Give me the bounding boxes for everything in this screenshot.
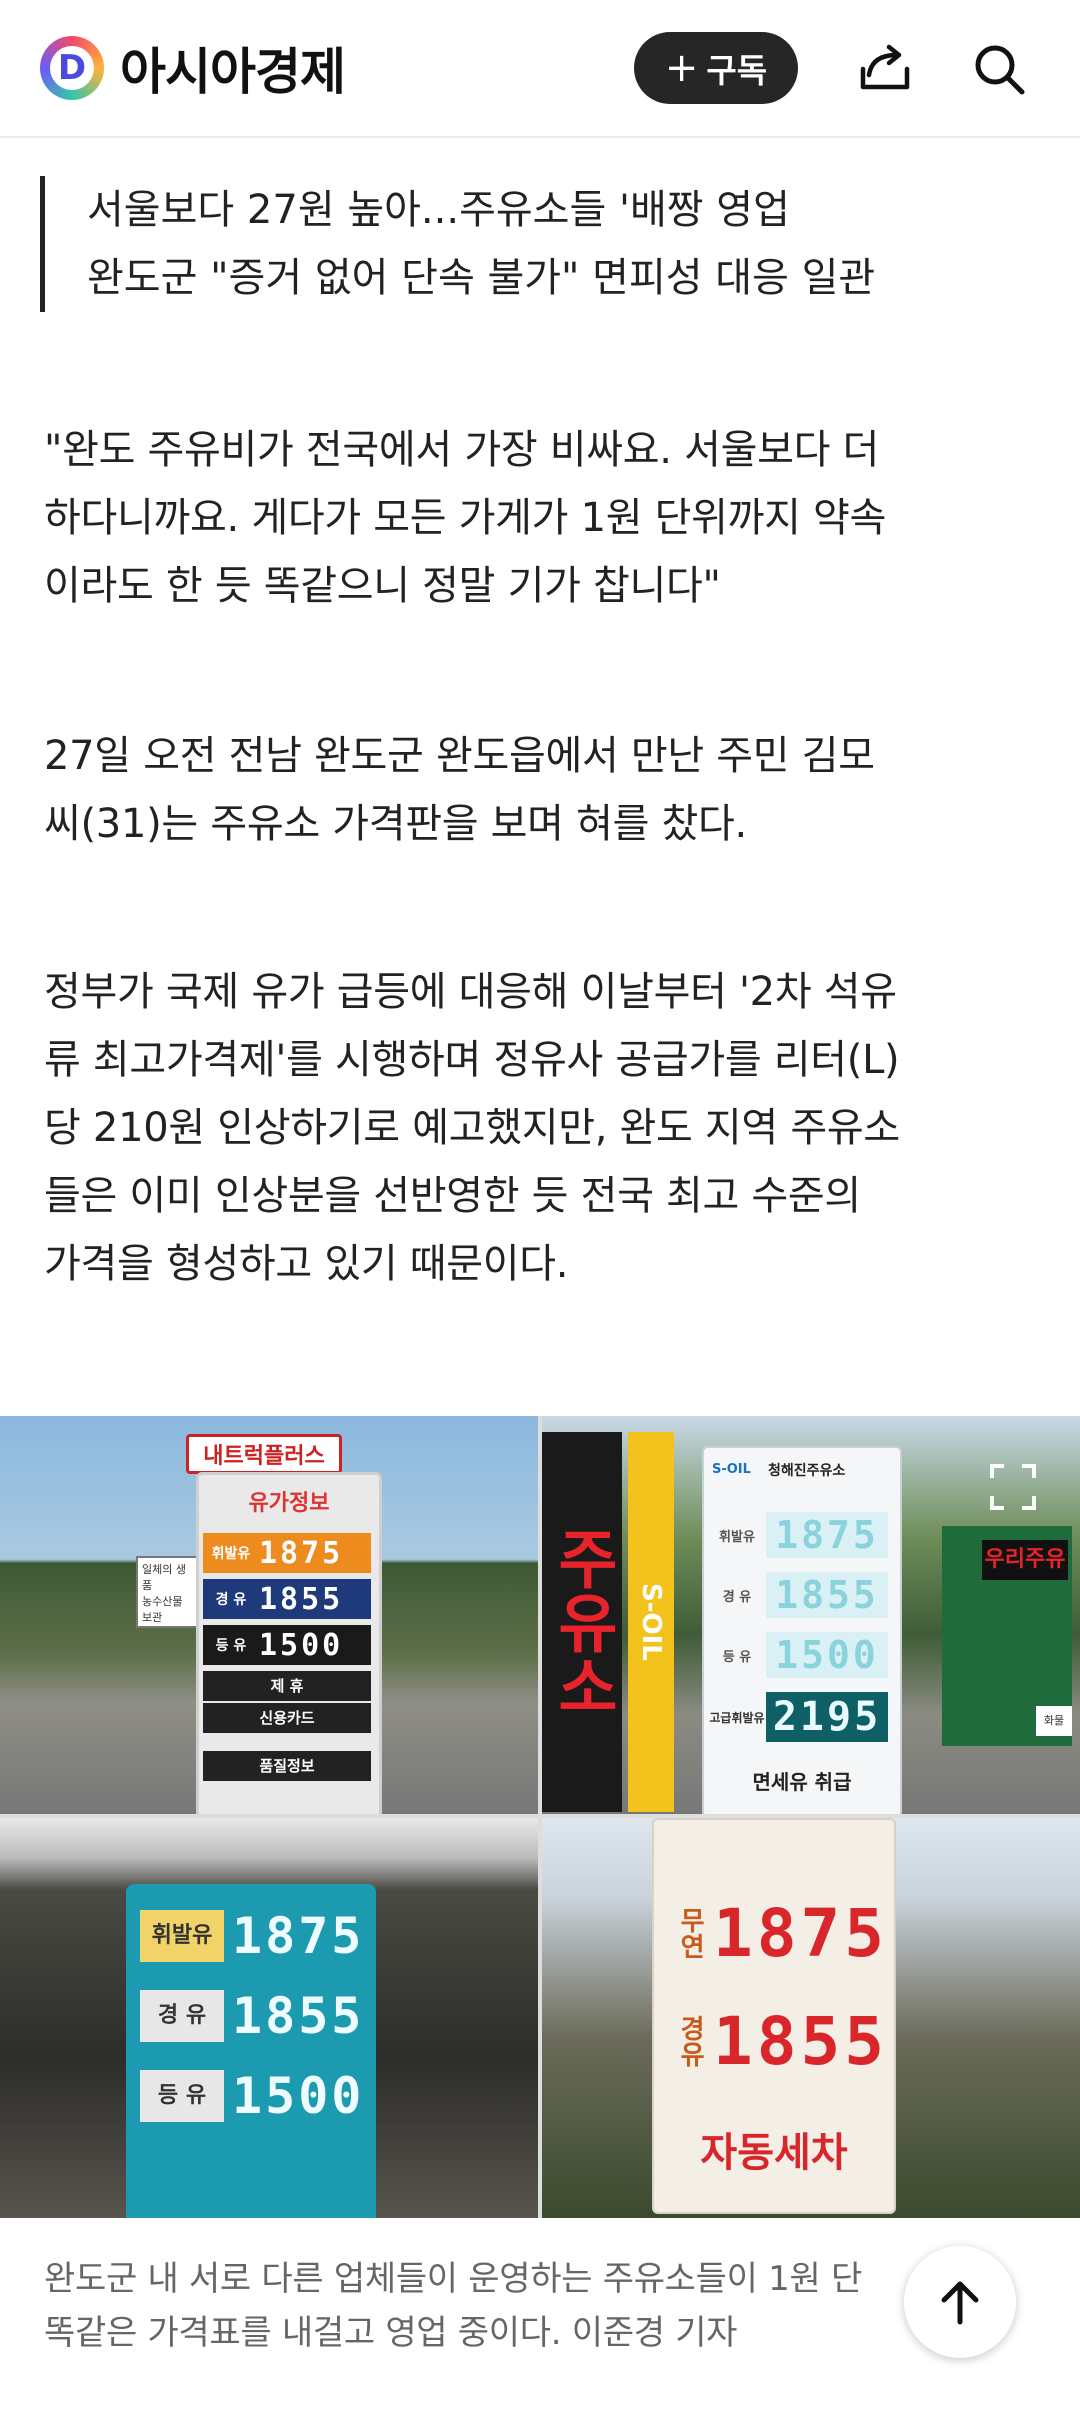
paragraph-line: 씨(31)는 주유소 가격판을 보며 혀를 찼다. xyxy=(44,801,747,847)
fuel-label: 경 유 xyxy=(722,1589,752,1605)
price-row: 휘발유 1875 xyxy=(203,1533,371,1573)
vertical-station-sign: 주유소 xyxy=(542,1432,622,1812)
fuel-price: 1500 xyxy=(259,1627,344,1663)
price-row: 경유 1855 xyxy=(660,1998,888,2084)
fuel-price: 1855 xyxy=(232,1987,365,2045)
fuel-label: 휘발유 xyxy=(719,1529,755,1545)
fuel-label: 경유 xyxy=(675,2015,706,2067)
station-name: 청해진주유소 xyxy=(768,1463,846,1479)
paragraph-line: 정부가 국제 유가 급등에 대응해 이날부터 '2차 석유 xyxy=(44,969,897,1015)
fuel-price: 1855 xyxy=(766,1572,888,1618)
signboard-title: 유가정보 xyxy=(248,1491,330,1516)
price-signboard: 유가정보 휘발유 1875 경 유 1855 등 유 1500 제 휴 신용카드… xyxy=(196,1472,382,1814)
subscribe-label: 구독 xyxy=(706,51,768,90)
article-paragraph: 27일 오전 전남 완도군 완도읍에서 만난 주민 김모 씨(31)는 주유소 … xyxy=(44,722,1044,858)
truck-plus-banner: 내트럭플러스 xyxy=(186,1434,342,1474)
logo-letter: D xyxy=(50,46,94,90)
photo-caption: 완도군 내 서로 다른 업체들이 운영하는 주유소들이 1원 단 똑같은 가격표… xyxy=(44,2252,944,2360)
side-sign-text: 화물 xyxy=(1036,1706,1072,1736)
fuel-price: 1875 xyxy=(259,1535,344,1571)
logo-mark: D xyxy=(40,36,104,100)
plus-icon: + xyxy=(664,45,699,91)
fuel-price: 1500 xyxy=(232,2067,365,2125)
side-station-sign: 우리주유 화물 xyxy=(942,1526,1072,1746)
brand-label: S-OIL xyxy=(712,1462,751,1477)
share-icon[interactable] xyxy=(852,36,918,102)
paragraph-line: 이라도 한 듯 똑같으니 정말 기가 찹니다" xyxy=(44,563,721,609)
quality-info-label: 품질정보 xyxy=(203,1751,371,1781)
fuel-price: 1855 xyxy=(259,1581,344,1617)
fuel-price: 1875 xyxy=(232,1907,365,1965)
article-paragraph: 정부가 국제 유가 급등에 대응해 이날부터 '2차 석유 류 최고가격제'를 … xyxy=(44,958,1044,1298)
price-row: 등 유 1500 xyxy=(203,1625,371,1665)
paragraph-line: 들은 이미 인상분을 선반영한 듯 전국 최고 수준의 xyxy=(44,1173,861,1219)
fuel-price: 1875 xyxy=(713,1894,888,1972)
fuel-label: 고급휘발유 xyxy=(709,1710,765,1725)
car-wash-label: 자동세차 xyxy=(700,2130,848,2176)
arrow-up-icon xyxy=(941,2281,979,2325)
price-row: 무연 1875 xyxy=(660,1890,888,1976)
fuel-label: 경 유 xyxy=(140,1990,224,2042)
price-row: 경 유 1855 xyxy=(203,1579,371,1619)
price-signboard: 무연 1875 경유 1855 자동세차 xyxy=(652,1818,896,2214)
price-row: 휘발유 1875 xyxy=(708,1508,894,1562)
price-row: 경 유 1855 xyxy=(708,1568,894,1622)
paragraph-line: 27일 오전 전남 완도군 완도읍에서 만난 주민 김모 xyxy=(44,733,875,779)
vertical-brand-sign: S-OIL xyxy=(628,1432,674,1812)
fuel-label: 휘발유 xyxy=(211,1546,251,1562)
photo-panel-3: 휘발유 1875 경 유 1855 등 유 1500 xyxy=(0,1818,538,2218)
price-signboard: S-OIL 청해진주유소 휘발유 1875 경 유 1855 등 유 1500 … xyxy=(702,1446,902,1814)
photo-panel-1: 내트럭플러스 일체의 생품 농수산물 보관 유가정보 휘발유 1875 경 유 … xyxy=(0,1416,538,1814)
scroll-to-top-button[interactable] xyxy=(904,2246,1016,2358)
fuel-price: 1855 xyxy=(713,2002,888,2080)
fuel-label: 경 유 xyxy=(215,1592,247,1608)
price-row: 경 유 1855 xyxy=(140,1984,366,2048)
logo-text: 아시아경제 xyxy=(120,43,346,101)
subscribe-button[interactable]: + 구독 xyxy=(634,32,798,104)
search-icon[interactable] xyxy=(966,36,1032,102)
article-paragraph: "완도 주유비가 전국에서 가장 비싸요. 서울보다 더 하다니까요. 게다가 … xyxy=(44,416,1044,620)
subheading-line: 서울보다 27원 높아...주유소들 '배짱 영업 xyxy=(87,187,790,233)
paragraph-line: 당 210원 인상하기로 예고했지만, 완도 지역 주유소 xyxy=(44,1105,900,1151)
tax-free-label: 면세유 취급 xyxy=(752,1770,852,1794)
photo-panel-4: 무연 1875 경유 1855 자동세차 xyxy=(542,1818,1080,2218)
fuel-label: 무연 xyxy=(675,1907,706,1959)
caption-line: 완도군 내 서로 다른 업체들이 운영하는 주유소들이 1원 단 xyxy=(44,2259,862,2299)
paragraph-line: 가격을 형성하고 있기 때문이다. xyxy=(44,1241,569,1287)
logo[interactable]: D 아시아경제 xyxy=(40,34,346,102)
fuel-label: 휘발유 xyxy=(140,1910,224,1962)
price-row: 등 유 1500 xyxy=(708,1628,894,1682)
price-row: 휘발유 1875 xyxy=(140,1904,366,1968)
side-sign-line: 일체의 생품 xyxy=(142,1563,186,1592)
paragraph-line: "완도 주유비가 전국에서 가장 비싸요. 서울보다 더 xyxy=(44,427,880,473)
app-bar: D 아시아경제 + 구독 xyxy=(0,0,1080,138)
article-subheading: 서울보다 27원 높아...주유소들 '배짱 영업 완도군 "증거 없어 단속 … xyxy=(40,176,1080,312)
article-photo[interactable]: 내트럭플러스 일체의 생품 농수산물 보관 유가정보 휘발유 1875 경 유 … xyxy=(0,1416,1080,2218)
price-signboard: 휘발유 1875 경 유 1855 등 유 1500 xyxy=(126,1884,376,2218)
price-row: 등 유 1500 xyxy=(140,2064,366,2128)
paragraph-line: 류 최고가격제'를 시행하며 정유사 공급가를 리터(L) xyxy=(44,1037,900,1083)
side-sign: 일체의 생품 농수산물 보관 xyxy=(136,1556,198,1628)
fuel-label: 등 유 xyxy=(215,1638,247,1654)
caption-line: 똑같은 가격표를 내걸고 영업 중이다. 이준경 기자 xyxy=(44,2313,738,2353)
credit-card-label: 신용카드 xyxy=(203,1703,371,1733)
side-sign-text: 우리주유 xyxy=(982,1540,1068,1580)
partner-label: 제 휴 xyxy=(203,1671,371,1701)
expand-icon[interactable] xyxy=(988,1462,1038,1512)
fuel-label: 등 유 xyxy=(140,2070,224,2122)
fuel-price: 1500 xyxy=(766,1632,888,1678)
price-row: 고급휘발유 2195 xyxy=(708,1688,894,1746)
paragraph-line: 하다니까요. 게다가 모든 가게가 1원 단위까지 약속 xyxy=(44,495,887,541)
fuel-price: 1875 xyxy=(766,1512,888,1558)
fuel-label: 등 유 xyxy=(722,1649,752,1665)
subheading-line: 완도군 "증거 없어 단속 불가" 면피성 대응 일관 xyxy=(87,255,876,301)
fuel-price: 2195 xyxy=(766,1692,888,1742)
side-sign-line: 농수산물 보관 xyxy=(142,1595,183,1624)
